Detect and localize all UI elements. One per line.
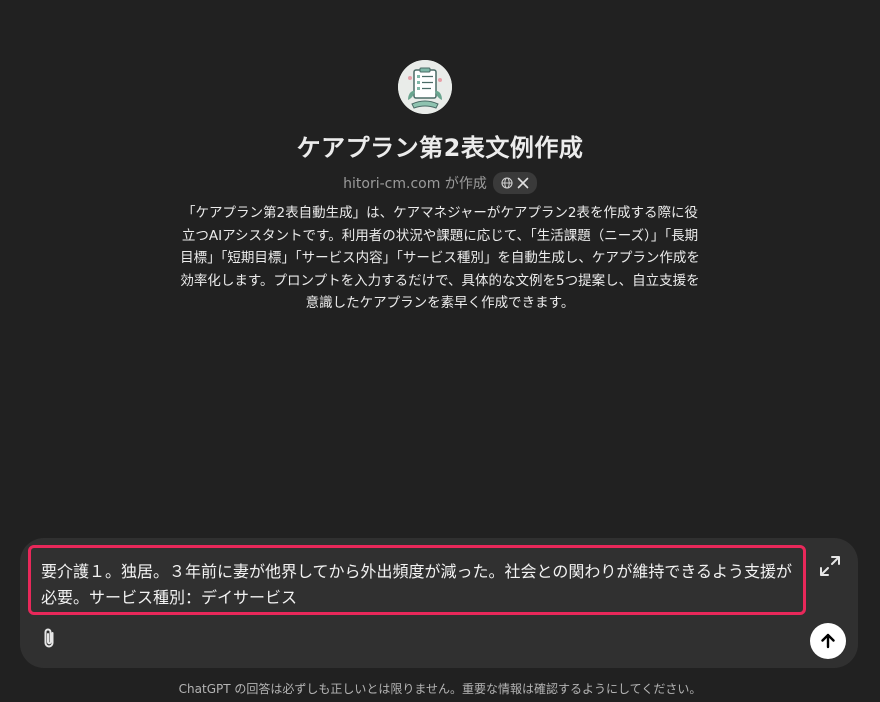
paperclip-icon	[44, 628, 54, 648]
expand-icon	[820, 556, 840, 576]
gpt-description: 「ケアプラン第2表自動生成」は、ケアマネジャーがケアプラン2表を作成する際に役立…	[180, 205, 700, 311]
arrow-up-icon	[821, 633, 835, 649]
message-input[interactable]: 要介護１。独居。３年前に妻が他界してから外出頻度が減った。社会との関わりが維持で…	[28, 545, 806, 615]
gpt-avatar	[398, 60, 452, 114]
x-logo-icon[interactable]	[517, 177, 529, 189]
chat-page: ケアプラン第2表文例作成 hitori-cm.com が作成 「ケアプラン第2表…	[0, 0, 880, 702]
attach-button[interactable]	[36, 626, 62, 652]
send-button[interactable]	[810, 623, 846, 659]
gpt-title: ケアプラン第2表文例作成	[296, 134, 584, 162]
clipboard-plant-icon	[398, 60, 452, 114]
disclaimer-text: ChatGPT の回答は必ずしも正しいとは限りません。重要な情報は確認するように…	[178, 682, 702, 696]
message-composer: 要介護１。独居。３年前に妻が他界してから外出頻度が減った。社会との関わりが維持で…	[20, 538, 858, 668]
expand-button[interactable]	[817, 553, 843, 579]
globe-icon[interactable]	[501, 177, 513, 189]
social-links	[492, 172, 537, 194]
gpt-byline: hitori-cm.com が作成	[0, 172, 880, 194]
gpt-author: hitori-cm.com が作成	[343, 176, 487, 192]
